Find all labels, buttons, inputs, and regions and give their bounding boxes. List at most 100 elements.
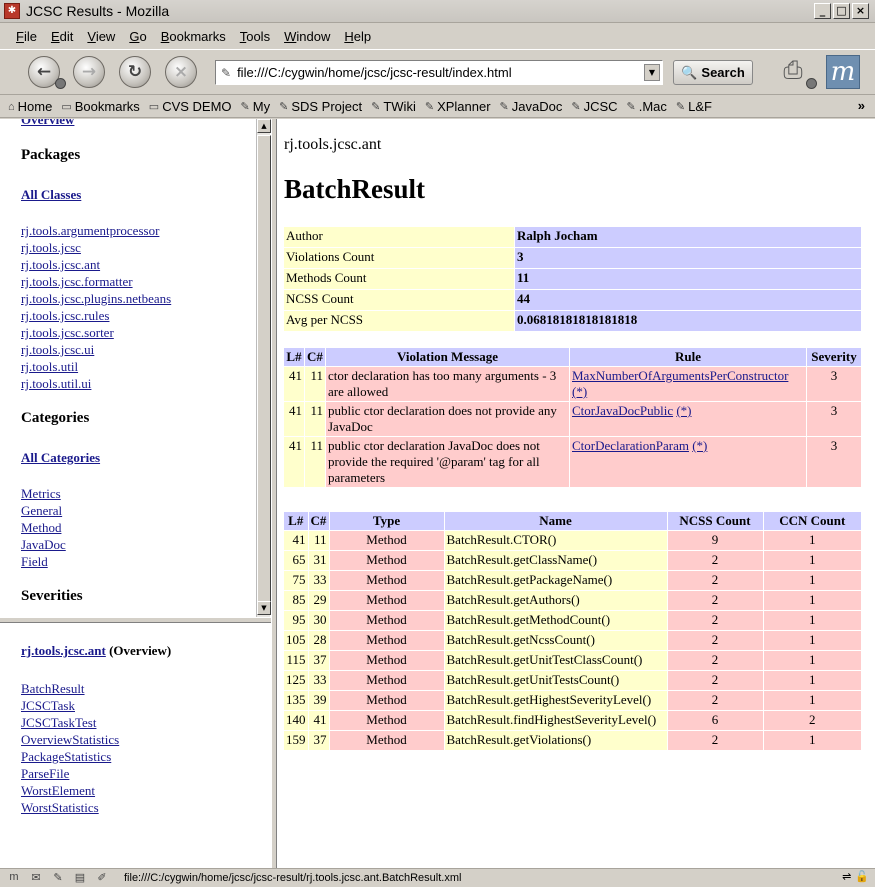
- rule-link[interactable]: CtorJavaDocPublic: [572, 403, 673, 418]
- packages-frame-scrollbar[interactable]: ▲ ▼: [256, 119, 271, 617]
- method-type: Method: [329, 631, 444, 650]
- ccn-count: 1: [763, 631, 861, 650]
- category-link[interactable]: Metrics: [21, 485, 66, 502]
- menu-help[interactable]: Help: [344, 29, 371, 44]
- package-link[interactable]: rj.tools.jcsc.sorter: [21, 324, 171, 341]
- table-row: 140 41 Method BatchResult.findHighestSeveri…: [284, 711, 861, 730]
- menu-window[interactable]: Window: [284, 29, 330, 44]
- all-categories-link[interactable]: All Categories: [21, 449, 100, 466]
- scrollbar-thumb[interactable]: [257, 135, 271, 615]
- bookmark-jcsc[interactable]: ✎ JCSC: [571, 99, 617, 114]
- rule-cell: MaxNumberOfArgumentsPerConstructor (*): [570, 367, 806, 401]
- status-text: file:///C:/cygwin/home/jcsc/jcsc-result/…: [124, 872, 462, 884]
- category-link[interactable]: General: [21, 502, 66, 519]
- print-icon[interactable]: ⎙: [776, 56, 810, 88]
- class-link[interactable]: ParseFile: [21, 765, 119, 782]
- forward-arrow-icon[interactable]: →: [73, 56, 105, 88]
- url-input[interactable]: [237, 65, 638, 80]
- bookmark-xplanner[interactable]: ✎ XPlanner: [425, 99, 491, 114]
- menu-file[interactable]: File: [16, 29, 37, 44]
- bookmark-cvs-demo[interactable]: ▭ CVS DEMO: [149, 99, 232, 114]
- reload-icon[interactable]: ↻: [119, 56, 151, 88]
- menu-go[interactable]: Go: [129, 29, 146, 44]
- bookmark-my[interactable]: ✎ My: [241, 99, 271, 114]
- method-name: BatchResult.getMethodCount(): [444, 611, 667, 630]
- package-link[interactable]: rj.tools.jcsc.ui: [21, 341, 171, 358]
- ccn-count: 1: [763, 731, 861, 750]
- address-book-icon[interactable]: ▤: [72, 871, 88, 885]
- bookmark-home[interactable]: ⌂ Home: [8, 99, 52, 114]
- overview-link[interactable]: Overview: [21, 119, 74, 128]
- back-history-dropdown[interactable]: [55, 78, 66, 89]
- all-classes-link[interactable]: All Classes: [21, 186, 81, 203]
- rule-detail-link[interactable]: (*): [572, 384, 587, 399]
- package-link[interactable]: rj.tools.argumentprocessor: [21, 222, 171, 239]
- rule-detail-link[interactable]: (*): [692, 438, 707, 453]
- bookmark-twiki[interactable]: ✎ TWiki: [371, 99, 416, 114]
- class-link[interactable]: JCSCTaskTest: [21, 714, 119, 731]
- frame-splitter-vertical[interactable]: [271, 119, 277, 868]
- col-header: Violation Message: [326, 348, 569, 366]
- online-status-icon[interactable]: ⇌: [842, 870, 851, 883]
- irc-chat-icon[interactable]: ✐: [94, 871, 110, 885]
- rule-link[interactable]: MaxNumberOfArgumentsPerConstructor: [572, 368, 788, 383]
- maximize-button[interactable]: □: [833, 3, 850, 19]
- package-link[interactable]: rj.tools.jcsc.rules: [21, 307, 171, 324]
- url-bar[interactable]: ✎ ▼: [215, 60, 663, 85]
- class-link[interactable]: PackageStatistics: [21, 748, 119, 765]
- mail-icon[interactable]: ✉: [28, 871, 44, 885]
- minimize-button[interactable]: _: [814, 3, 831, 19]
- package-link[interactable]: rj.tools.util.ui: [21, 375, 171, 392]
- package-link[interactable]: rj.tools.jcsc.formatter: [21, 273, 171, 290]
- ccn-count: 1: [763, 691, 861, 710]
- menu-view[interactable]: View: [87, 29, 115, 44]
- bookmark-sds-project[interactable]: ✎ SDS Project: [279, 99, 362, 114]
- mozilla-logo[interactable]: m: [826, 55, 860, 89]
- current-package-link[interactable]: rj.tools.jcsc.ant: [21, 643, 106, 658]
- category-link[interactable]: Method: [21, 519, 66, 536]
- rule-link[interactable]: CtorDeclarationParam: [572, 438, 689, 453]
- bookmark-mac[interactable]: ✎ .Mac: [627, 99, 667, 114]
- ccn-count: 1: [763, 571, 861, 590]
- class-link[interactable]: WorstElement: [21, 782, 119, 799]
- ncss-count: 6: [667, 711, 763, 730]
- class-link[interactable]: WorstStatistics: [21, 799, 119, 816]
- package-link[interactable]: rj.tools.jcsc: [21, 239, 171, 256]
- package-link[interactable]: rj.tools.util: [21, 358, 171, 375]
- url-dropdown-icon[interactable]: ▼: [644, 64, 660, 81]
- col-header: Severity: [807, 348, 861, 366]
- col-header: C#: [308, 512, 329, 530]
- menu-edit[interactable]: Edit: [51, 29, 73, 44]
- rule-detail-link[interactable]: (*): [676, 403, 691, 418]
- window-title: JCSC Results - Mozilla: [26, 3, 170, 19]
- category-link[interactable]: Field: [21, 553, 66, 570]
- class-link[interactable]: BatchResult: [21, 680, 119, 697]
- bookmark-lf[interactable]: ✎ L&F: [676, 99, 712, 114]
- package-link[interactable]: rj.tools.jcsc.ant: [21, 256, 171, 273]
- category-link[interactable]: JavaDoc: [21, 536, 66, 553]
- bookmark-bookmarks[interactable]: ▭ Bookmarks: [61, 99, 139, 114]
- composer-icon[interactable]: ✎: [50, 871, 66, 885]
- bookmark-javadoc[interactable]: ✎ JavaDoc: [500, 99, 563, 114]
- close-window-button[interactable]: ×: [852, 3, 869, 19]
- methods-table: L# C# Type Name NCSS Count CCN Count 41 1…: [283, 511, 862, 751]
- ccn-count: 2: [763, 711, 861, 730]
- ncss-count: 2: [667, 631, 763, 650]
- scroll-down-icon[interactable]: ▼: [257, 601, 271, 615]
- mozilla-icon[interactable]: m: [6, 871, 22, 885]
- packages-frame: Overview Packages All Classes rj.tools.a…: [10, 119, 255, 617]
- scroll-up-icon[interactable]: ▲: [257, 119, 271, 133]
- menu-tools[interactable]: Tools: [240, 29, 270, 44]
- line-number: 135: [284, 691, 308, 710]
- search-icon: 🔍: [681, 64, 698, 80]
- menu-bookmarks[interactable]: Bookmarks: [161, 29, 226, 44]
- print-dropdown[interactable]: [806, 78, 817, 89]
- search-button[interactable]: 🔍 Search: [673, 60, 753, 85]
- info-label: Methods Count: [284, 269, 514, 289]
- stop-icon[interactable]: ×: [165, 56, 197, 88]
- package-link[interactable]: rj.tools.jcsc.plugins.netbeans: [21, 290, 171, 307]
- table-row: 105 28 Method BatchResult.getNcssCount() 2 1: [284, 631, 861, 650]
- class-link[interactable]: OverviewStatistics: [21, 731, 119, 748]
- more-bookmarks-chevron-icon[interactable]: »: [858, 98, 865, 113]
- class-link[interactable]: JCSCTask: [21, 697, 119, 714]
